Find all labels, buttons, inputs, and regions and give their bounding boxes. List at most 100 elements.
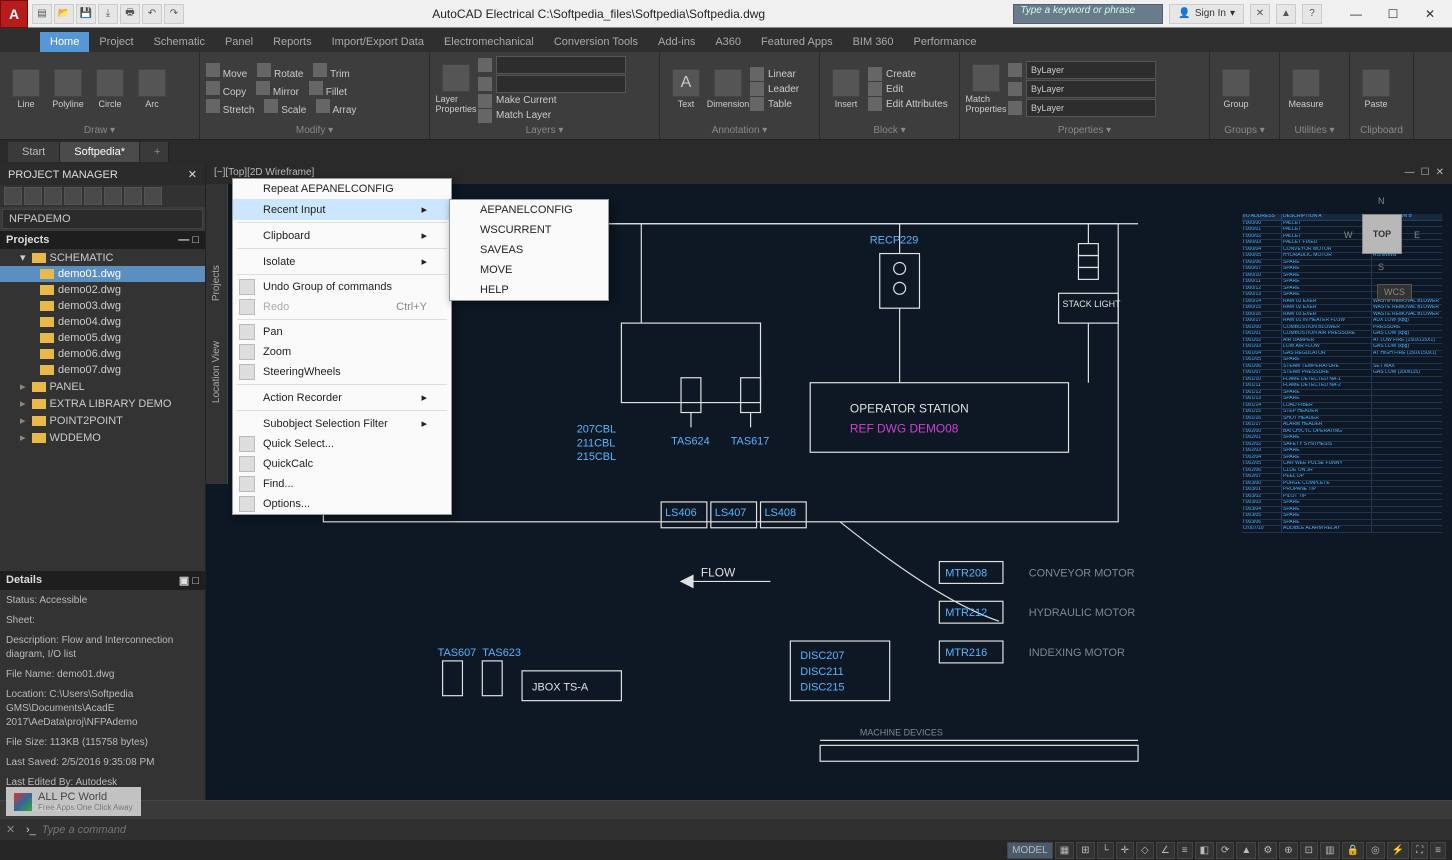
ctx-undo-group-of-commands[interactable]: Undo Group of commands xyxy=(233,277,451,297)
ctx-isolate[interactable]: Isolate▸ xyxy=(233,251,451,272)
group-label-modify[interactable]: Modify ▾ xyxy=(206,124,423,137)
move-button[interactable]: Move xyxy=(206,63,247,80)
ribbon-tab-a360[interactable]: A360 xyxy=(705,32,751,52)
layer-properties-button[interactable]: Layer Properties xyxy=(436,64,476,114)
lineweight-dropdown[interactable]: ByLayer xyxy=(1026,80,1156,98)
transparency-icon[interactable]: ◧ xyxy=(1195,842,1214,859)
measure-button[interactable]: Measure xyxy=(1286,69,1326,109)
pm-task-icon[interactable] xyxy=(64,187,82,205)
wcs-label[interactable]: WCS xyxy=(1377,284,1412,300)
ctx-steeringwheels[interactable]: SteeringWheels xyxy=(233,362,451,382)
ctx-sub-wscurrent[interactable]: WSCURRENT xyxy=(450,220,608,240)
ctx-subobject-selection-filter[interactable]: Subobject Selection Filter▸ xyxy=(233,413,451,434)
signin-button[interactable]: 👤Sign In▾ xyxy=(1169,4,1244,24)
ctx-sub-help[interactable]: HELP xyxy=(450,280,608,300)
pm-help-icon[interactable] xyxy=(144,187,162,205)
ctx-sub-saveas[interactable]: SAVEAS xyxy=(450,240,608,260)
match-properties-button[interactable]: Match Properties xyxy=(966,64,1006,114)
units-icon[interactable]: ⊡ xyxy=(1300,842,1318,859)
clean-screen-icon[interactable]: ⛶ xyxy=(1411,842,1428,859)
text-button[interactable]: AText xyxy=(666,69,706,109)
group-label-draw[interactable]: Draw ▾ xyxy=(6,124,193,137)
stretch-button[interactable]: Stretch xyxy=(206,99,254,116)
leader-button[interactable]: Leader xyxy=(750,82,799,96)
customize-icon[interactable]: ≡ xyxy=(1430,842,1446,859)
tree-folder-schematic[interactable]: SCHEMATIC xyxy=(0,249,205,266)
circle-button[interactable]: Circle xyxy=(90,69,130,109)
arc-button[interactable]: Arc xyxy=(132,69,172,109)
tree-folder[interactable]: PANEL xyxy=(0,378,205,395)
group-label-annotation[interactable]: Annotation ▾ xyxy=(666,124,813,137)
linear-button[interactable]: Linear xyxy=(750,67,799,81)
close-button[interactable]: ✕ xyxy=(1412,2,1448,26)
ribbon-tab-panel[interactable]: Panel xyxy=(215,32,263,52)
layer-color-icon[interactable] xyxy=(478,77,492,91)
ribbon-tab-bim-360[interactable]: BIM 360 xyxy=(843,32,904,52)
group-label-groups[interactable]: Groups ▾ xyxy=(1216,124,1273,137)
matchlayer-icon[interactable] xyxy=(478,109,492,123)
qat-print-icon[interactable]: 🖶 xyxy=(120,4,140,24)
layer-state-icon[interactable] xyxy=(478,58,492,72)
pm-open-icon[interactable] xyxy=(24,187,42,205)
ctx-recent-input[interactable]: Recent Input▸AEPANELCONFIGWSCURRENTSAVEA… xyxy=(233,199,451,220)
autodesk-icon[interactable]: ▲ xyxy=(1276,4,1296,24)
tree-file[interactable]: demo05.dwg xyxy=(0,330,205,346)
tree-file[interactable]: demo06.dwg xyxy=(0,346,205,362)
ctx-quick-select-[interactable]: Quick Select... xyxy=(233,434,451,454)
dimension-button[interactable]: Dimension xyxy=(708,69,748,109)
maximize-button[interactable]: ☐ xyxy=(1375,2,1411,26)
create-block-button[interactable]: Create xyxy=(868,67,948,81)
lock-ui-icon[interactable]: 🔒 xyxy=(1342,842,1364,859)
copy-button[interactable]: Copy xyxy=(206,81,246,98)
tree-file[interactable]: demo07.dwg xyxy=(0,362,205,378)
tree-file[interactable]: demo03.dwg xyxy=(0,298,205,314)
ctx-find-[interactable]: Find... xyxy=(233,474,451,494)
insert-button[interactable]: Insert xyxy=(826,69,866,109)
ribbon-tab-import-export-data[interactable]: Import/Export Data xyxy=(322,32,434,52)
ortho-icon[interactable]: └ xyxy=(1097,842,1114,859)
doc-tab-start[interactable]: Start xyxy=(8,142,60,162)
polar-icon[interactable]: ✛ xyxy=(1116,842,1134,859)
annotation-monitor-icon[interactable]: ⊕ xyxy=(1279,842,1297,859)
ribbon-tab-add-ins[interactable]: Add-ins xyxy=(648,32,705,52)
rotate-button[interactable]: Rotate xyxy=(257,63,303,80)
qat-redo-icon[interactable]: ↷ xyxy=(164,4,184,24)
group-label-layers[interactable]: Layers ▾ xyxy=(436,124,653,137)
tab-location-view[interactable]: Location View xyxy=(211,341,222,403)
tree-file[interactable]: demo02.dwg xyxy=(0,282,205,298)
tab-projects[interactable]: Projects xyxy=(211,265,222,301)
tree-file[interactable]: demo04.dwg xyxy=(0,314,205,330)
linetype-icon[interactable] xyxy=(1008,101,1022,115)
makecurrent-icon[interactable] xyxy=(478,94,492,108)
ribbon-tab-project[interactable]: Project xyxy=(89,32,143,52)
ribbon-tab-schematic[interactable]: Schematic xyxy=(144,32,215,52)
pm-refresh-icon[interactable] xyxy=(44,187,62,205)
selection-cycling-icon[interactable]: ⟳ xyxy=(1216,842,1234,859)
lineweight-icon[interactable] xyxy=(1008,82,1022,96)
polyline-button[interactable]: Polyline xyxy=(48,69,88,109)
color-dropdown[interactable]: ByLayer xyxy=(1026,61,1156,79)
pm-publish-icon[interactable] xyxy=(84,187,102,205)
doc-tab-softpedia-[interactable]: Softpedia* xyxy=(60,142,140,162)
annoscale-icon[interactable]: ▲ xyxy=(1236,842,1256,859)
ctx-redo[interactable]: RedoCtrl+Y xyxy=(233,297,451,317)
viewcube-face[interactable]: TOP xyxy=(1362,214,1402,254)
model-space-button[interactable]: MODEL xyxy=(1007,842,1053,859)
drawing-canvas[interactable]: [−][Top][2D Wireframe] —☐✕ Projects Loca… xyxy=(206,164,1452,800)
qat-undo-icon[interactable]: ↶ xyxy=(142,4,162,24)
trim-button[interactable]: Trim xyxy=(313,63,349,80)
ctx-pan[interactable]: Pan xyxy=(233,322,451,342)
otrack-icon[interactable]: ∠ xyxy=(1156,842,1175,859)
tree-folder[interactable]: POINT2POINT xyxy=(0,412,205,429)
qat-new-icon[interactable]: ▤ xyxy=(32,4,52,24)
ctx-action-recorder[interactable]: Action Recorder▸ xyxy=(233,387,451,408)
group-label-utilities[interactable]: Utilities ▾ xyxy=(1286,124,1343,137)
array-button[interactable]: Array xyxy=(316,99,356,116)
pm-new-icon[interactable] xyxy=(4,187,22,205)
group-label-properties[interactable]: Properties ▾ xyxy=(966,124,1203,137)
edit-block-button[interactable]: Edit xyxy=(868,82,948,96)
paste-button[interactable]: Paste xyxy=(1356,69,1396,109)
grid-icon[interactable]: ▦ xyxy=(1055,842,1074,859)
group-button[interactable]: Group xyxy=(1216,69,1256,109)
pm-project-dropdown[interactable]: NFPADEMO xyxy=(2,209,203,229)
